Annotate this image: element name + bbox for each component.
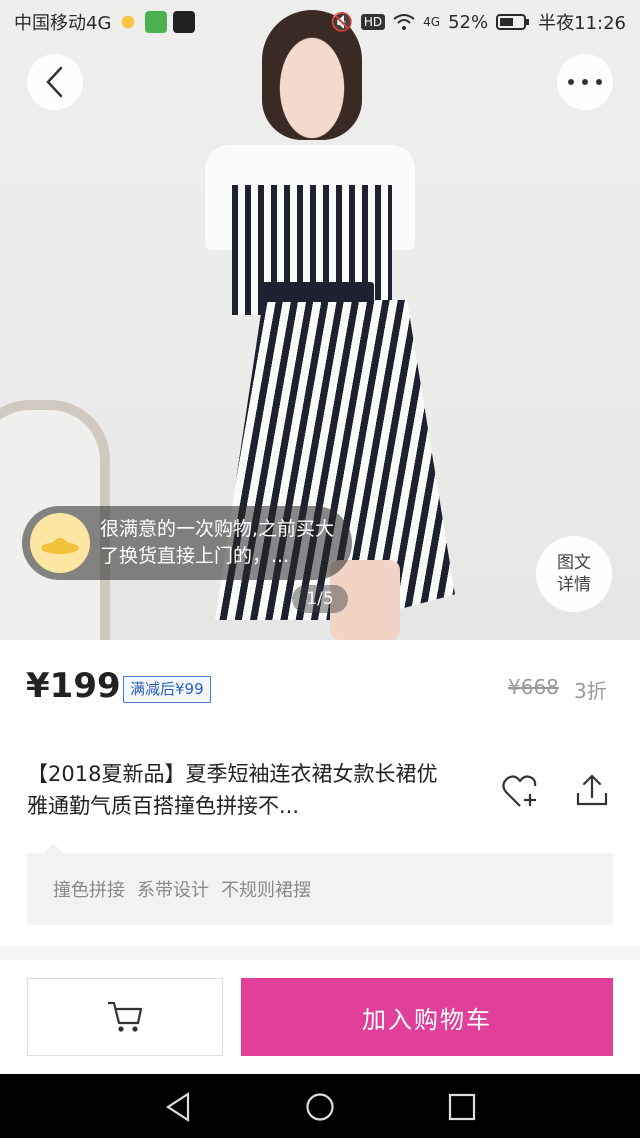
tag-item: 系带设计 [137,880,209,901]
wifi-icon [393,14,415,30]
dress-belt [262,282,374,302]
add-to-cart-button[interactable]: 加入购物车 [241,978,613,1056]
nav-recents-button[interactable] [446,1091,478,1123]
battery-percent: 52% [448,11,489,33]
review-text: 很满意的一次购物,之前买大了换货直接上门的，... [100,518,335,567]
product-page: 中国移动4G 🔇 HD 4G 52% 半夜11:26 很满意的一次购物,之前买大… [0,0,640,1138]
divider [0,946,640,960]
cart-icon [108,1001,143,1032]
favorite-button[interactable] [502,774,542,810]
image-indicator: 1/5 [292,585,348,613]
price: ¥199 [26,666,121,706]
discount-label: 3折 [574,679,607,703]
system-nav-bar [0,1074,640,1138]
tag-item: 撞色拼接 [53,880,125,901]
avatar [30,513,90,573]
share-icon [576,774,608,806]
tag-item: 不规则裙摆 [221,880,311,901]
triangle-back-icon [165,1092,190,1122]
clock: 半夜11:26 [538,13,626,34]
mute-icon: 🔇 [330,11,353,33]
more-dots-icon [568,79,602,85]
feature-tags: 撞色拼接 系带设计 不规则裙摆 [27,853,613,925]
nav-back-button[interactable] [162,1091,194,1123]
app-icon [145,11,168,33]
signal-icon: 4G [423,15,441,29]
review-bubble[interactable]: 很满意的一次购物,之前买大了换货直接上门的，... [22,506,352,580]
detail-label-line2: 详情 [557,575,591,595]
more-button[interactable] [557,54,613,110]
share-button[interactable] [574,773,610,809]
image-text-detail-button[interactable]: 图文 详情 [536,536,612,612]
battery-icon [496,14,530,30]
original-price: ¥668 [508,675,559,699]
promo-badge[interactable]: 满减后¥99 [123,676,211,703]
nav-home-button[interactable] [304,1091,336,1123]
product-title: 【2018夏新品】夏季短袖连衣裙女款长裙优雅通勤气质百搭撞色拼接不... [27,762,438,818]
carrier-label: 中国移动4G [14,13,112,34]
weather-icon [117,11,140,33]
detail-label-line1: 图文 [557,553,591,573]
square-recents-icon [448,1093,476,1121]
status-bar: 中国移动4G 🔇 HD 4G 52% 半夜11:26 [0,0,640,44]
chevron-left-icon [46,66,63,98]
sun-hat-icon [41,538,79,554]
cart-button[interactable] [27,978,223,1056]
heart-plus-icon [502,775,537,807]
circle-home-icon [306,1093,334,1121]
hd-icon: HD [360,14,386,30]
tiktok-icon [173,11,196,33]
back-button[interactable] [27,54,83,110]
